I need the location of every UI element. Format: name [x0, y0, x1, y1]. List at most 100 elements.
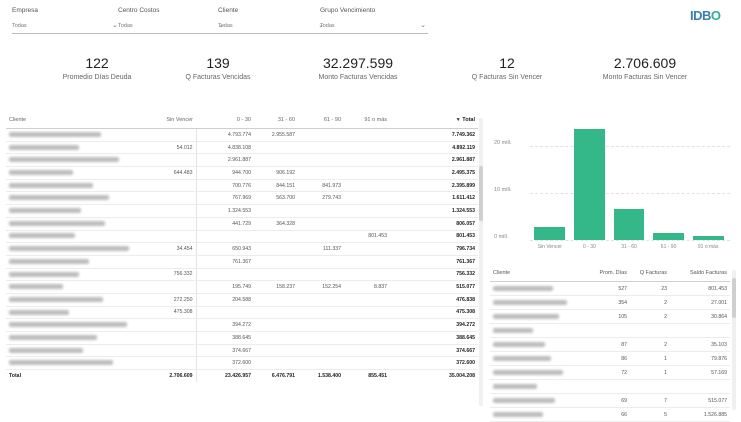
table-row[interactable]: 195.749 158.237 152.254 8.837 515.077: [6, 280, 478, 294]
table-row[interactable]: 54.012 4.838.108 4.892.119: [6, 141, 478, 155]
table-row[interactable]: 767.969 563.700 279.743 1.611.412: [6, 191, 478, 206]
row-total-cell: 4.892.119: [390, 141, 478, 155]
redacted-client-name: [9, 347, 83, 353]
column-header-91-o-mas[interactable]: 91 o más: [344, 112, 390, 129]
table-row[interactable]: 1.324.553 1.324.553: [6, 204, 478, 218]
table-scrollbar[interactable]: [479, 118, 483, 406]
value-cell: [254, 153, 298, 168]
aging-matrix-table[interactable]: Cliente Sin Vencer 0 - 30 31 - 60 61 - 9…: [6, 112, 478, 412]
table-row[interactable]: 272.250 204.588 476.838: [6, 293, 478, 307]
value-cell: 354: [590, 295, 630, 310]
value-cell: [156, 318, 196, 332]
chart-bar[interactable]: [573, 129, 605, 240]
table-row[interactable]: 761.367 761.367: [6, 255, 478, 269]
value-cell: [156, 230, 196, 244]
value-cell: 364.328: [254, 217, 298, 231]
table-row[interactable]: 441.729 364.328 806.057: [6, 217, 478, 231]
chart-bar[interactable]: [613, 209, 645, 240]
redacted-client-name: [9, 271, 79, 277]
value-cell: 767.969: [195, 191, 254, 206]
table-row[interactable]: 2.961.887 2.961.887: [6, 153, 478, 168]
table-row[interactable]: 105 2 30.864: [490, 309, 730, 324]
column-header-sin-vencer[interactable]: Sin Vencer: [156, 112, 196, 129]
column-header-cliente[interactable]: Cliente: [6, 112, 156, 129]
client-name-cell: [6, 166, 156, 180]
value-cell: [298, 217, 344, 231]
value-cell: 66: [590, 407, 630, 422]
table-row[interactable]: [490, 379, 730, 394]
filter-value: Todas: [12, 23, 27, 29]
value-cell: 8.837: [344, 280, 390, 294]
value-cell: [630, 379, 670, 394]
value-cell: [298, 230, 344, 244]
filter-centro-costos[interactable]: Centro Costos Todas ⌄: [118, 6, 226, 34]
row-total-cell: 515.077: [390, 280, 478, 294]
chart-bar[interactable]: [653, 232, 685, 240]
table-row[interactable]: 34.454 650.943 111.337 796.734: [6, 242, 478, 256]
table-row[interactable]: 374.667 374.667: [6, 344, 478, 358]
table-row[interactable]: 801.453 801.453: [6, 230, 478, 244]
filter-select[interactable]: Todas ⌄: [12, 19, 120, 34]
row-total-cell: 7.749.362: [390, 128, 478, 142]
filter-select[interactable]: Todas ⌄: [118, 19, 226, 34]
kpi-label: Monto Facturas Vencidas: [318, 74, 398, 81]
table-row[interactable]: 644.483 944.700 906.192 2.495.375: [6, 166, 478, 180]
table-row[interactable]: 87 2 35.103: [490, 337, 730, 352]
y-tick-label: 20 mill.: [494, 139, 512, 146]
table-row[interactable]: [490, 323, 730, 338]
table-row[interactable]: 388.645 388.645: [6, 331, 478, 345]
value-cell: [254, 204, 298, 218]
redacted-client-name: [9, 182, 93, 188]
column-header-cliente[interactable]: Cliente: [490, 265, 590, 282]
value-cell: 4.838.108: [195, 141, 254, 155]
chart-bar[interactable]: [534, 227, 566, 240]
column-header-31-60[interactable]: 31 - 60: [254, 112, 298, 129]
value-cell: 35.103: [670, 337, 730, 352]
detail-scrollbar[interactable]: [732, 270, 736, 410]
value-cell: 87: [590, 337, 630, 352]
column-header-61-90[interactable]: 61 - 90: [298, 112, 344, 129]
table-row[interactable]: 69 7 515.077: [490, 393, 730, 408]
table-row[interactable]: 756.332 756.332: [6, 268, 478, 282]
table-row[interactable]: 4.793.774 2.955.587 7.749.362: [6, 128, 478, 142]
table-row[interactable]: 372.600 372.600: [6, 356, 478, 371]
value-cell: 158.237: [254, 280, 298, 294]
value-cell: 650.943: [195, 242, 254, 256]
column-header-0-30[interactable]: 0 - 30: [196, 112, 254, 129]
chevron-down-icon[interactable]: ⌄: [420, 19, 426, 33]
filter-value: Todas: [218, 23, 233, 29]
value-cell: [344, 179, 390, 193]
chart-bar[interactable]: [692, 235, 724, 240]
table-row[interactable]: 66 5 1.526.885: [490, 407, 730, 422]
table-row[interactable]: 86 1 79.876: [490, 351, 730, 366]
kpi-value: 12: [499, 55, 515, 71]
table-row[interactable]: 394.272 394.272: [6, 318, 478, 332]
table-row[interactable]: 475.308 475.308: [6, 306, 478, 320]
redacted-client-name: [9, 360, 113, 366]
column-header-prom-dias[interactable]: Prom. Días: [590, 265, 630, 282]
value-cell: 372.600: [195, 356, 254, 371]
table-row[interactable]: 354 2 27.001: [490, 295, 730, 310]
client-detail-table[interactable]: Cliente Prom. Días Q Facturas Saldo Fact…: [490, 265, 730, 422]
value-cell: 527: [590, 281, 630, 296]
client-name-cell: [6, 141, 156, 155]
table-row[interactable]: 72 1 57.169: [490, 365, 730, 380]
gridline: [530, 240, 730, 241]
column-header-q-facturas[interactable]: Q Facturas: [630, 265, 670, 282]
value-cell: 7: [630, 393, 670, 408]
scrollbar-thumb[interactable]: [732, 278, 736, 318]
filter-cliente[interactable]: Cliente Todas ⌄: [218, 6, 326, 34]
table-row[interactable]: 700.776 844.151 841.973 2.395.899: [6, 179, 478, 193]
filter-select[interactable]: Todas ⌄: [320, 19, 428, 34]
table-row[interactable]: 527 23 801.453: [490, 281, 730, 296]
filter-grupo-vencimiento[interactable]: Grupo Vencimiento Todas ⌄: [320, 6, 428, 34]
column-header-saldo-facturas[interactable]: Saldo Facturas: [670, 265, 730, 282]
filter-empresa[interactable]: Empresa Todas ⌄: [12, 6, 120, 34]
table-header-row: Cliente Sin Vencer 0 - 30 31 - 60 61 - 9…: [6, 112, 478, 129]
filter-select[interactable]: Todas ⌄: [218, 19, 326, 34]
value-cell: [344, 306, 390, 320]
scrollbar-thumb[interactable]: [479, 166, 483, 221]
row-total-cell: 761.367: [390, 255, 478, 269]
column-header-total[interactable]: ▼ Total: [390, 112, 478, 129]
value-cell: 801.453: [344, 230, 390, 244]
